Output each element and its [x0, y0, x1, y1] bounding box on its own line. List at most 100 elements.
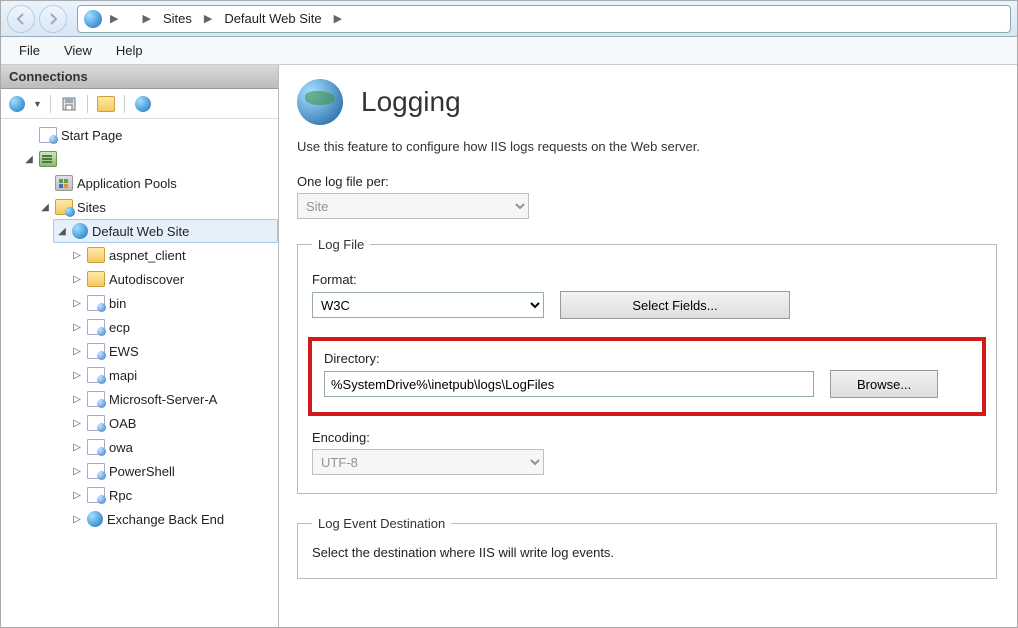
- tree-item[interactable]: ▷ Autodiscover: [69, 267, 278, 291]
- tree-item[interactable]: ▷ Exchange Back End: [69, 507, 278, 531]
- tree-item[interactable]: ▷ EWS: [69, 339, 278, 363]
- page-description: Use this feature to configure how IIS lo…: [297, 139, 997, 154]
- one-per-label: One log file per:: [297, 174, 997, 189]
- app-icon: [87, 367, 105, 383]
- connections-panel: Connections ▼: [1, 65, 279, 627]
- expand-icon[interactable]: ▷: [71, 273, 83, 285]
- tree-label: Autodiscover: [109, 272, 184, 287]
- tree-item[interactable]: ▷ Rpc: [69, 483, 278, 507]
- one-log-per-select[interactable]: Site: [297, 193, 529, 219]
- tree-item[interactable]: ▷ mapi: [69, 363, 278, 387]
- tree-item-default-web-site[interactable]: ◢ Default Web Site: [53, 219, 278, 243]
- log-dest-text: Select the destination where IIS will wr…: [312, 545, 982, 560]
- tree-item[interactable]: ▷aspnet_client: [69, 243, 278, 267]
- expand-icon[interactable]: ▷: [71, 417, 83, 429]
- directory-label: Directory:: [324, 351, 970, 366]
- page-title: Logging: [361, 86, 461, 118]
- expand-icon[interactable]: ▷: [71, 489, 83, 501]
- tree-label: Start Page: [61, 128, 122, 143]
- app-pools-icon: [55, 175, 73, 191]
- log-dest-legend: Log Event Destination: [312, 516, 451, 531]
- menu-view[interactable]: View: [54, 39, 102, 62]
- expand-icon[interactable]: ▷: [71, 513, 83, 525]
- tree-item[interactable]: ▷ecp: [69, 315, 278, 339]
- iis-manager-window: ▶ ▶ Sites ▶ Default Web Site ▶ File View…: [0, 0, 1018, 628]
- tree-label: Rpc: [109, 488, 132, 503]
- website-icon: [72, 223, 88, 239]
- folder-icon: [87, 271, 105, 287]
- app-icon: [87, 295, 105, 311]
- collapse-icon[interactable]: ◢: [56, 225, 68, 237]
- open-folder-button[interactable]: [96, 94, 116, 114]
- directory-input[interactable]: [324, 371, 814, 397]
- breadcrumb-segment[interactable]: Default Web Site: [220, 9, 325, 28]
- expand-icon[interactable]: ▷: [71, 441, 83, 453]
- app-icon: [87, 487, 105, 503]
- connections-tree: Start Page ◢: [1, 119, 278, 627]
- breadcrumb[interactable]: ▶ ▶ Sites ▶ Default Web Site ▶: [77, 5, 1011, 33]
- tree-label: Sites: [77, 200, 106, 215]
- folder-icon: [97, 96, 115, 112]
- feature-content: Logging Use this feature to configure ho…: [279, 65, 1017, 627]
- tree-item[interactable]: ▷ Microsoft-Server-A: [69, 387, 278, 411]
- breadcrumb-segment[interactable]: Sites: [159, 9, 196, 28]
- tree-item[interactable]: ▷ PowerShell: [69, 459, 278, 483]
- menu-file[interactable]: File: [9, 39, 50, 62]
- expand-icon[interactable]: ▷: [71, 249, 83, 261]
- menu-help[interactable]: Help: [106, 39, 153, 62]
- collapse-icon[interactable]: ◢: [39, 201, 51, 213]
- server-icon: [39, 151, 57, 167]
- tree-label: Microsoft-Server-A: [109, 392, 217, 407]
- tree-item[interactable]: ▷ bin: [69, 291, 278, 315]
- tree-item-start-page[interactable]: Start Page: [21, 123, 278, 147]
- breadcrumb-segment[interactable]: [126, 17, 134, 21]
- app-icon: [87, 391, 105, 407]
- save-button[interactable]: [59, 94, 79, 114]
- encoding-select[interactable]: UTF-8: [312, 449, 544, 475]
- log-dest-group: Log Event Destination Select the destina…: [297, 516, 997, 579]
- expand-icon[interactable]: ▷: [71, 345, 83, 357]
- app-icon: [87, 439, 105, 455]
- select-fields-button[interactable]: Select Fields...: [560, 291, 790, 319]
- connections-toolbar: ▼: [1, 89, 278, 119]
- chevron-right-icon: ▶: [140, 12, 152, 25]
- connect-button[interactable]: [7, 94, 27, 114]
- save-icon: [61, 96, 77, 112]
- start-page-icon: [39, 127, 57, 143]
- separator: [50, 95, 51, 113]
- expand-icon[interactable]: ▷: [71, 393, 83, 405]
- encoding-label: Encoding:: [312, 430, 982, 445]
- blank-twisty: [39, 177, 51, 189]
- app-icon: [87, 463, 105, 479]
- tree-label: PowerShell: [109, 464, 175, 479]
- connections-header: Connections: [1, 65, 278, 89]
- separator: [87, 95, 88, 113]
- globe-icon: [9, 96, 25, 112]
- website-icon: [87, 511, 103, 527]
- tree-label: Exchange Back End: [107, 512, 224, 527]
- tree-item-server[interactable]: ◢: [21, 147, 278, 171]
- chevron-right-icon: ▶: [202, 12, 214, 25]
- tree-label: bin: [109, 296, 126, 311]
- back-button[interactable]: [7, 5, 35, 33]
- expand-icon[interactable]: ▷: [71, 465, 83, 477]
- refresh-button[interactable]: [133, 94, 153, 114]
- forward-button[interactable]: [39, 5, 67, 33]
- browse-button[interactable]: Browse...: [830, 370, 938, 398]
- app-icon: [87, 319, 105, 335]
- arrow-left-icon: [15, 13, 27, 25]
- tree-label: owa: [109, 440, 133, 455]
- expand-icon[interactable]: ▷: [71, 369, 83, 381]
- format-select[interactable]: W3C: [312, 292, 544, 318]
- separator: [124, 95, 125, 113]
- tree-item-sites[interactable]: ◢ Sites: [37, 195, 278, 219]
- expand-icon[interactable]: ▷: [71, 297, 83, 309]
- collapse-icon[interactable]: ◢: [23, 153, 35, 165]
- chevron-down-icon: ▼: [33, 99, 42, 109]
- tree-item[interactable]: ▷OAB: [69, 411, 278, 435]
- tree-label: mapi: [109, 368, 137, 383]
- tree-label: EWS: [109, 344, 139, 359]
- tree-item[interactable]: ▷ owa: [69, 435, 278, 459]
- expand-icon[interactable]: ▷: [71, 321, 83, 333]
- tree-item-app-pools[interactable]: Application Pools: [37, 171, 278, 195]
